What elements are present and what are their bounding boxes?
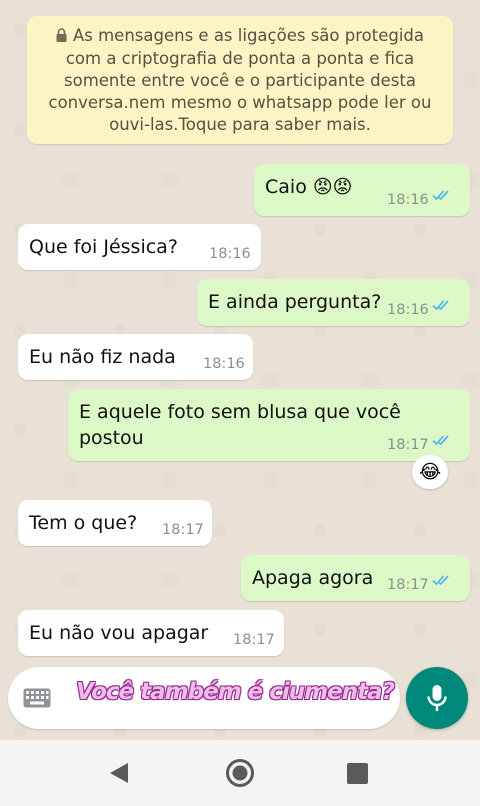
message-time: 18:16 [203,356,245,372]
notice-line-3: somente entre você e o participante dest… [64,71,416,90]
message-text: E aquele foto sem blusa que você postou [79,399,401,451]
notice-line-1: As mensagens e as ligações são protegida [72,26,424,45]
message-bubble-incoming[interactable]: Eu não fiz nada 18:16 [18,334,253,380]
microphone-icon [427,685,447,711]
message-text: Eu não vou apagar [29,622,209,644]
notice-line-4: conversa.nem mesmo o whatsapp pode ler o… [48,93,432,112]
message-bubble-outgoing[interactable]: Caio 😡😡 18:16 [254,164,470,216]
laughing-emoji-icon: 😂 [419,461,442,483]
message-time: 18:16 [209,246,251,262]
message-text: E ainda pergunta? [208,291,382,313]
message-time: 18:17 [162,522,204,538]
encryption-notice[interactable]: As mensagens e as ligações são protegida… [27,16,453,144]
message-time: 18:16 [387,192,429,208]
message-bubble-outgoing[interactable]: Apaga agora 18:17 [241,555,470,601]
message-text: Apaga agora [252,567,374,589]
message-line-1: E aquele foto sem blusa que você [79,401,401,423]
message-time: 18:17 [387,437,429,453]
typed-overlay-text: Você também é ciumenta? [76,679,395,705]
system-navigation-bar [0,740,480,806]
message-bubble-outgoing[interactable]: E ainda pergunta? 18:16 [197,279,470,326]
microphone-button[interactable] [406,667,468,729]
message-bubble-incoming[interactable]: Tem o que? 18:17 [18,500,212,546]
message-time: 18:17 [233,632,275,648]
back-icon[interactable] [108,761,130,789]
recents-icon[interactable] [347,763,368,784]
message-text: Caio 😡😡 [265,176,353,198]
read-receipt-icon [432,569,452,591]
keyboard-icon[interactable] [23,688,51,712]
notice-line-2: com a criptografia de ponta a ponta e fi… [65,49,415,68]
notice-line-5: ouvi-las.Toque para saber mais. [109,115,371,134]
message-input[interactable]: Você também é ciumenta? [8,667,400,729]
read-receipt-icon [432,184,452,206]
read-receipt-icon [432,429,452,451]
message-text: Eu não fiz nada [29,346,176,368]
message-time: 18:16 [387,302,429,318]
message-bubble-incoming[interactable]: Que foi Jéssica? 18:16 [18,224,261,270]
message-text: Tem o que? [29,512,138,534]
message-line-2: postou [79,427,144,449]
message-bubble-outgoing[interactable]: E aquele foto sem blusa que você postou 1… [68,389,470,461]
message-bubble-incoming[interactable]: Eu não vou apagar 18:17 [18,610,284,656]
lock-icon [56,26,67,48]
read-receipt-icon [432,294,452,316]
home-icon[interactable] [224,757,256,793]
message-time: 18:17 [387,577,429,593]
message-text: Que foi Jéssica? [29,236,178,258]
message-reaction[interactable]: 😂 [412,455,448,489]
